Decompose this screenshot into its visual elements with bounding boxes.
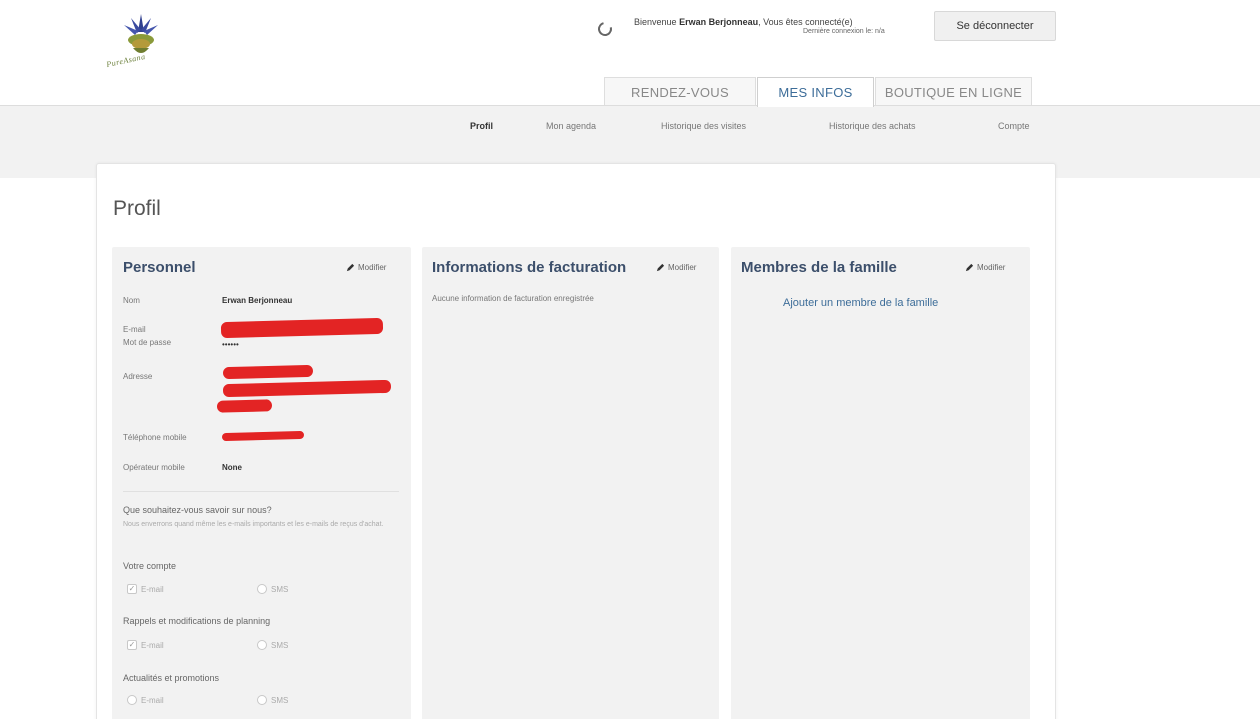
carrier-label: Opérateur mobile [123,463,185,472]
last-connection: Dernière connexion le: n/a [803,28,885,35]
carrier-value: None [222,463,242,472]
news-sms-label: SMS [271,695,289,705]
address-redaction-1 [222,364,314,380]
email-label: E-mail [123,325,146,334]
family-title: Membres de la famille [741,259,897,276]
billing-edit-link[interactable]: Modifier [656,263,696,272]
news-email-checkbox[interactable]: E-mail [127,695,164,705]
page-title: Profil [113,197,161,220]
checkbox-empty-icon [257,584,267,594]
notifications-prompt: Que souhaitez-vous savoir sur nous? [123,505,272,515]
password-label: Mot de passe [123,338,172,347]
family-edit-link[interactable]: Modifier [965,263,1005,272]
subnav-agenda[interactable]: Mon agenda [546,121,596,131]
notifications-hint: Nous enverrons quand même les e-mails im… [123,521,384,528]
reminders-email-checkbox[interactable]: ✓ E-mail [127,640,164,650]
news-email-label: E-mail [141,695,164,705]
checkbox-empty-icon [257,695,267,705]
tab-mes-infos[interactable]: MES INFOS [757,77,874,107]
billing-panel [422,247,719,719]
checkbox-checked-icon: ✓ [127,640,137,650]
billing-title: Informations de facturation [432,259,627,276]
reminders-email-label: E-mail [141,640,164,650]
reminders-sms-label: SMS [271,640,289,650]
welcome-suffix: , Vous êtes connecté(e) [758,17,853,27]
account-email-checkbox[interactable]: ✓ E-mail [127,584,164,594]
subnav-profil[interactable]: Profil [470,121,493,131]
phone-label: Téléphone mobile [123,433,187,442]
news-sms-checkbox[interactable]: SMS [257,695,288,705]
checkbox-empty-icon [127,695,137,705]
pencil-icon [965,263,974,272]
account-email-label: E-mail [141,584,164,594]
pref-title-account: Votre compte [123,561,177,571]
name-value: Erwan Berjonneau [222,296,293,305]
subnav-visites[interactable]: Historique des visites [661,121,746,131]
billing-empty-text: Aucune information de facturation enregi… [432,294,594,303]
add-family-member-link[interactable]: Ajouter un membre de la famille [783,297,938,309]
user-name: Erwan Berjonneau [679,17,759,27]
logout-button[interactable]: Se déconnecter [934,11,1056,41]
spinner-icon [595,19,615,39]
address-redaction-3 [216,399,273,413]
pencil-icon [346,263,355,272]
tab-rendez-vous[interactable]: RENDEZ-VOUS [604,77,756,106]
account-sms-checkbox[interactable]: SMS [257,584,288,594]
tab-boutique[interactable]: BOUTIQUE EN LIGNE [875,77,1032,106]
welcome-message: Bienvenue Erwan Berjonneau, Vous êtes co… [634,17,853,27]
name-label: Nom [123,296,140,305]
pref-title-reminders: Rappels et modifications de planning [123,616,271,626]
subnav-compte[interactable]: Compte [998,121,1030,131]
family-edit-label: Modifier [977,263,1006,272]
billing-edit-label: Modifier [668,263,697,272]
pencil-icon [656,263,665,272]
family-panel [731,247,1030,719]
personal-edit-label: Modifier [358,263,387,272]
personal-edit-link[interactable]: Modifier [346,263,386,272]
personal-title: Personnel [123,259,196,276]
subnav-achats[interactable]: Historique des achats [829,121,916,131]
reminders-sms-checkbox[interactable]: SMS [257,640,288,650]
checkbox-checked-icon: ✓ [127,584,137,594]
address-label: Adresse [123,372,153,381]
checkbox-empty-icon [257,640,267,650]
divider [123,491,399,492]
pref-title-news: Actualités et promotions [123,673,220,683]
account-sms-label: SMS [271,584,289,594]
welcome-prefix: Bienvenue [634,17,677,27]
password-value: •••••• [222,340,239,349]
